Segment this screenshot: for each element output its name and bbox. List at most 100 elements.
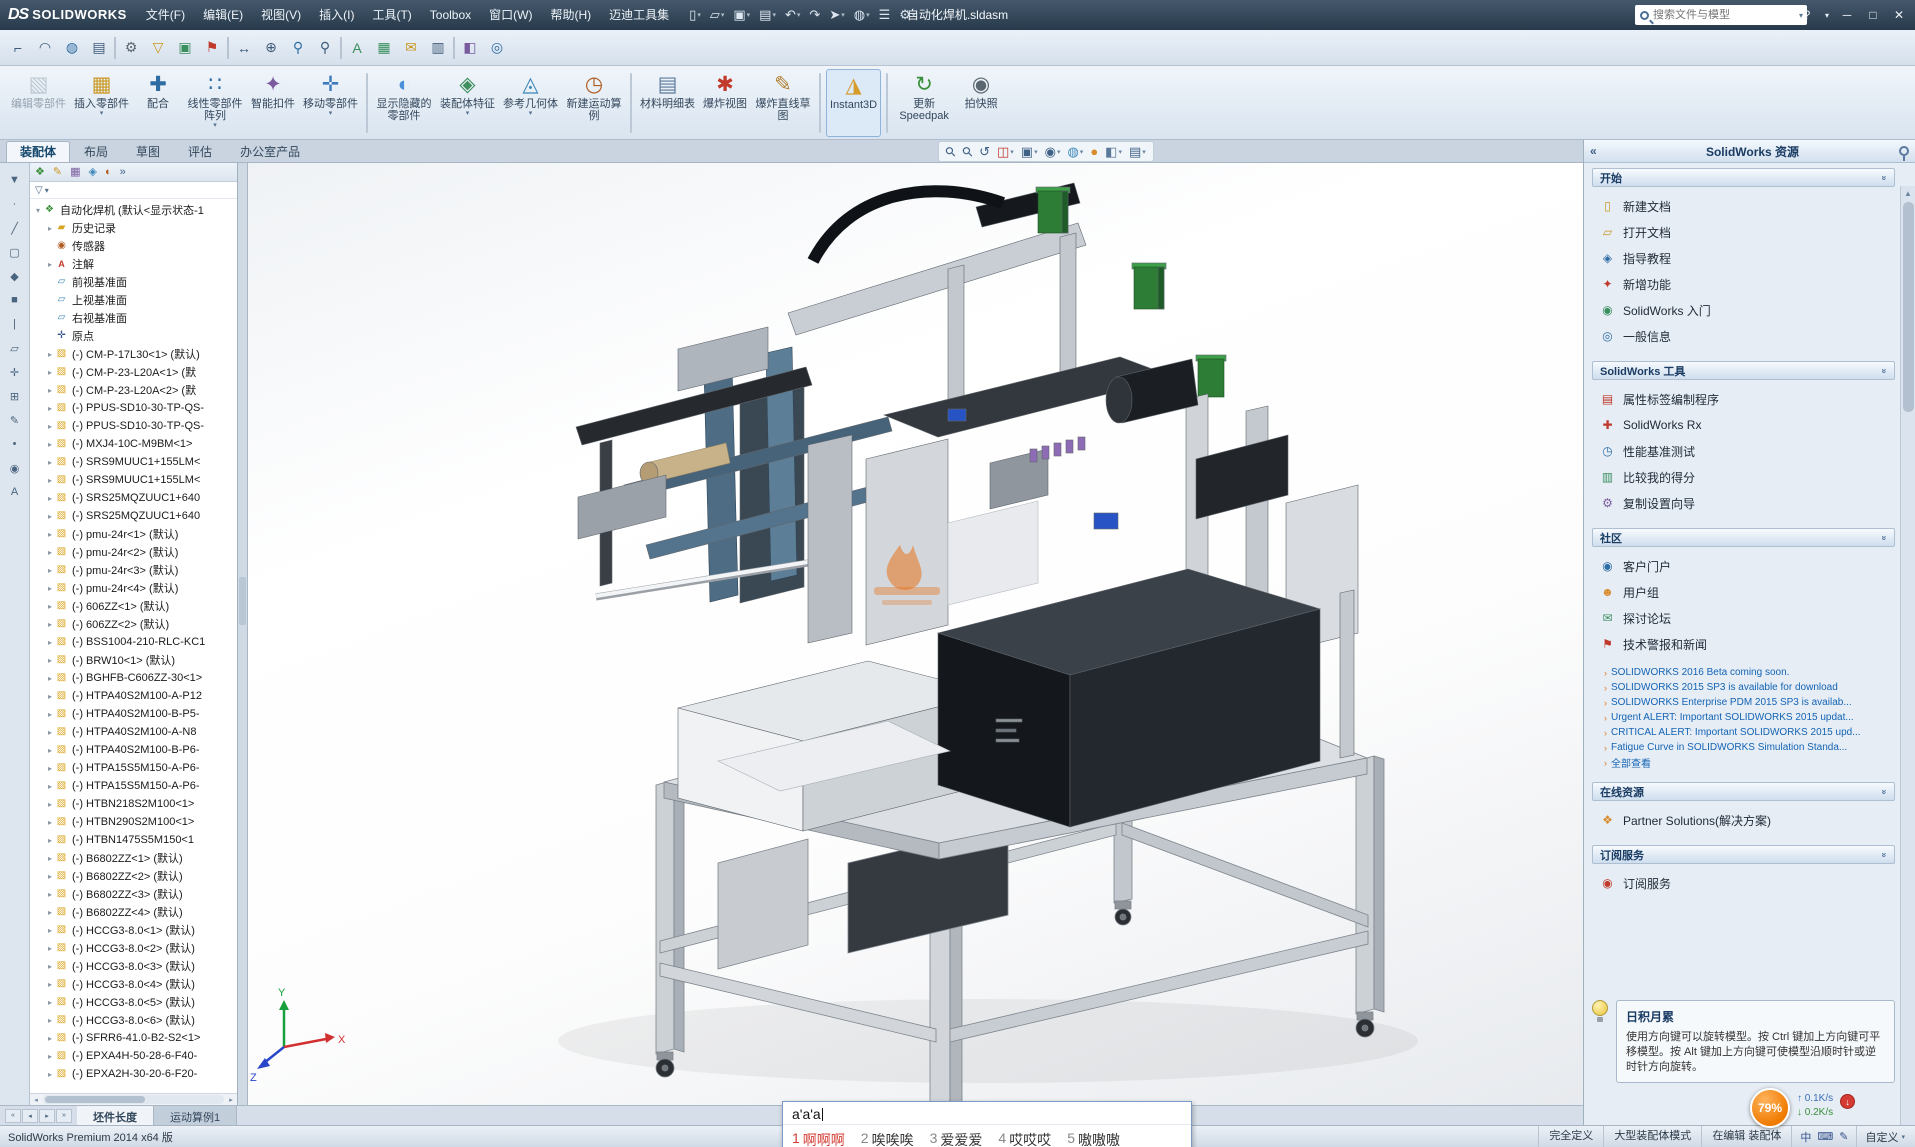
menu-item[interactable]: 迈迪工具集: [600, 0, 678, 30]
news-link[interactable]: › Fatigue Curve in SOLIDWORKS Simulation…: [1604, 740, 1895, 755]
edit-component-button[interactable]: ▧ 编辑零部件 ▾: [8, 69, 69, 137]
tree-item[interactable]: ▸ ▧ (-) SRS9MUUC1+155LM<: [30, 471, 237, 489]
tree-expander[interactable]: ▸: [45, 854, 55, 863]
tree-item[interactable]: ▱ 前视基准面: [30, 273, 237, 291]
copy-settings-wizard-link[interactable]: ⚙ 复制设置向导: [1600, 490, 1895, 516]
handwriting-icon[interactable]: ✎: [1839, 1130, 1848, 1143]
bill-of-materials-button[interactable]: ▤ 材料明细表 ▾: [637, 69, 698, 137]
filter-center-of-mass-icon[interactable]: ◉: [5, 459, 25, 477]
tree-expander[interactable]: ▾: [33, 206, 43, 215]
tree-item[interactable]: ▸ ▧ (-) BSS1004-210-RLC-KC1: [30, 633, 237, 651]
ribbon-button[interactable]: ▾: [366, 73, 368, 133]
news-link[interactable]: › 全部查看: [1604, 755, 1895, 770]
filter-caret-icon[interactable]: ▾: [45, 186, 49, 195]
minimize-button[interactable]: ─: [1835, 4, 1859, 26]
search-input[interactable]: [1653, 9, 1795, 21]
take-snapshot-button[interactable]: ◉ 拍快照 ▾: [957, 69, 1005, 137]
search-box[interactable]: ▾: [1635, 5, 1807, 25]
tree-expander[interactable]: ▸: [45, 584, 55, 593]
tree-item[interactable]: ▸ ▧ (-) SFRR6-41.0-B2-S2<1>: [30, 1029, 237, 1047]
tree-expander[interactable]: ▸: [45, 422, 55, 431]
tree-item[interactable]: ▸ ▧ (-) HCCG3-8.0<2> (默认): [30, 939, 237, 957]
file-properties-button[interactable]: ☰▾: [876, 6, 894, 24]
tree-filter-row[interactable]: ▽ ▾: [30, 182, 237, 199]
tree-expander[interactable]: ▸: [45, 386, 55, 395]
menu-item[interactable]: 视图(V): [252, 0, 310, 30]
tree-item[interactable]: ▾ ❖ 自动化焊机 (默认<显示状态-1: [30, 201, 237, 219]
news-link[interactable]: › SOLIDWORKS 2015 SP3 is available for d…: [1604, 680, 1895, 695]
ime-candidate[interactable]: 5嗷嗷嗷: [1067, 1130, 1120, 1147]
camera-icon[interactable]: ▣: [173, 36, 197, 60]
mail-icon[interactable]: ✉: [399, 36, 423, 60]
smart-fasteners-button[interactable]: ✦ 智能扣件 ▾: [248, 69, 298, 137]
propertymanager-tab[interactable]: ✎: [53, 166, 62, 178]
tree-item[interactable]: ▱ 上视基准面: [30, 291, 237, 309]
model-tab[interactable]: 坯件长度: [77, 1106, 154, 1125]
tree-expander[interactable]: ▸: [45, 836, 55, 845]
tree-item[interactable]: ▸ ▧ (-) HTPA40S2M100-A-P12: [30, 687, 237, 705]
section-header-subscription[interactable]: 订阅服务 »: [1592, 845, 1895, 864]
help-button[interactable]: ?: [1795, 4, 1819, 26]
hide-show-items-icon[interactable]: ◍▾: [1067, 145, 1083, 159]
scroll-up-icon[interactable]: ▲: [1904, 186, 1912, 200]
insert-components-button[interactable]: ▦ 插入零部件 ▾: [71, 69, 132, 137]
zoom-in-icon[interactable]: ⚲: [286, 36, 310, 60]
collapse-pane-icon[interactable]: «: [1590, 144, 1606, 158]
tree-expander[interactable]: ▸: [45, 944, 55, 953]
customize-button[interactable]: 自定义 ▾: [1856, 1126, 1915, 1147]
first-tab-button[interactable]: «: [5, 1109, 21, 1123]
scroll-thumb[interactable]: [45, 1096, 145, 1103]
download-icon[interactable]: ↓: [1840, 1094, 1855, 1109]
news-link[interactable]: › SOLIDWORKS Enterprise PDM 2015 SP3 is …: [1604, 695, 1895, 710]
tree-expander[interactable]: ▸: [45, 458, 55, 467]
zoom-window-icon[interactable]: ⚲: [313, 36, 337, 60]
prev-tab-button[interactable]: ◂: [22, 1109, 38, 1123]
progress-ball[interactable]: 79%: [1750, 1088, 1790, 1128]
tree-expander[interactable]: ▸: [45, 260, 55, 269]
motion-study-tab[interactable]: 运动算例1: [154, 1106, 237, 1125]
tab-assembly[interactable]: 装配体: [6, 141, 70, 162]
tree-item[interactable]: ▸ ▧ (-) HTPA15S5M150-A-P6-: [30, 777, 237, 795]
flag-icon[interactable]: ⚑: [200, 36, 224, 60]
menu-item[interactable]: 帮助(H): [541, 0, 600, 30]
filter-faces-icon[interactable]: ▢: [5, 243, 25, 261]
filter-annotations-icon[interactable]: A: [5, 483, 25, 501]
next-tab-button[interactable]: ▸: [39, 1109, 55, 1123]
new-document-link[interactable]: ▯ 新建文档: [1600, 193, 1895, 219]
tree-expander[interactable]: ▸: [45, 368, 55, 377]
tree-expander[interactable]: ▸: [45, 674, 55, 683]
section-header-start[interactable]: 开始 »: [1592, 168, 1895, 187]
ime-candidate[interactable]: 4哎哎哎: [998, 1130, 1051, 1147]
tree-expander[interactable]: ▸: [45, 746, 55, 755]
apply-scene-icon[interactable]: ◧▾: [1105, 145, 1122, 159]
mate-button[interactable]: ✚ 配合 ▾: [134, 69, 182, 137]
tree-expander[interactable]: ▸: [45, 656, 55, 665]
maximize-button[interactable]: □: [1861, 4, 1885, 26]
tree-expander[interactable]: ▸: [45, 638, 55, 647]
tree-item[interactable]: ▸ ▧ (-) SRS25MQZUUC1+640: [30, 507, 237, 525]
tree-item[interactable]: ▸ ▧ (-) HCCG3-8.0<4> (默认): [30, 975, 237, 993]
discussion-forum-link[interactable]: ✉ 探讨论坛: [1600, 605, 1895, 631]
tutorials-link[interactable]: ◈ 指导教程: [1600, 245, 1895, 271]
instant3d-button[interactable]: ◮ Instant3D ▾: [826, 69, 881, 137]
tree-item[interactable]: ▸ ▧ (-) HTBN290S2M100<1>: [30, 813, 237, 831]
view-settings-icon[interactable]: ▤▾: [1129, 145, 1146, 159]
tree-horizontal-scrollbar[interactable]: ◂ ▸: [30, 1093, 237, 1105]
rebuild-button[interactable]: ◍▾: [851, 6, 873, 24]
new-document-button[interactable]: ▯▾: [686, 6, 704, 24]
tree-expander[interactable]: ▸: [45, 926, 55, 935]
palette-icon[interactable]: ◧: [458, 36, 482, 60]
tree-item[interactable]: ▸ ▧ (-) PPUS-SD10-30-TP-QS-: [30, 417, 237, 435]
tree-item[interactable]: ▸ ▧ (-) SRS25MQZUUC1+640: [30, 489, 237, 507]
compare-my-score-link[interactable]: ▥ 比较我的得分: [1600, 464, 1895, 490]
new-motion-study-button[interactable]: ◷ 新建运动算例 ▾: [563, 69, 625, 137]
tree-expander[interactable]: ▸: [45, 620, 55, 629]
corner-rectangle-icon[interactable]: ⌐: [6, 36, 30, 60]
tree-expander[interactable]: ▸: [45, 1034, 55, 1043]
lang-zh-icon[interactable]: 中: [1800, 1129, 1811, 1145]
scroll-left-icon[interactable]: ◂: [30, 1094, 42, 1105]
customer-portal-link[interactable]: ◉ 客户门户: [1600, 553, 1895, 579]
filter-origins-icon[interactable]: ✛: [5, 363, 25, 381]
tree-item[interactable]: ▸ ▧ (-) B6802ZZ<4> (默认): [30, 903, 237, 921]
tree-expander[interactable]: ▸: [45, 818, 55, 827]
